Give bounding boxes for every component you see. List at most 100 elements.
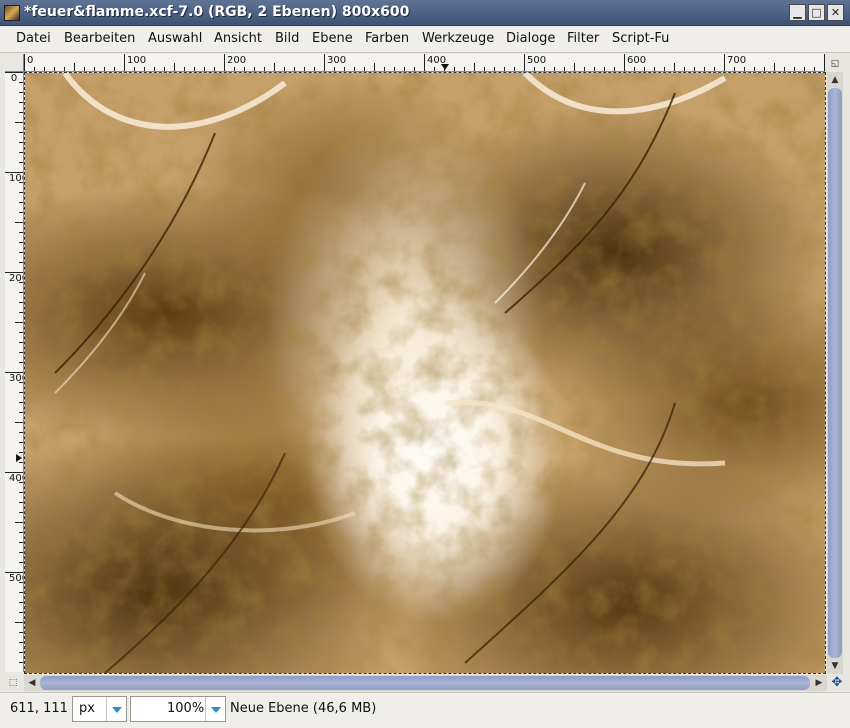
- vertical-scroll-thumb[interactable]: [828, 88, 842, 658]
- image-canvas[interactable]: [25, 73, 825, 673]
- hruler-tick: [444, 67, 445, 71]
- status-bar: 611, 111 px 100% Neue Ebene (46,6 MB): [0, 692, 850, 728]
- ruler-corner[interactable]: [5, 54, 24, 72]
- move-icon[interactable]: ✥: [830, 676, 844, 690]
- hruler-tick: [464, 67, 465, 71]
- menu-ansicht[interactable]: Ansicht: [214, 31, 262, 46]
- vruler-tick: [19, 502, 23, 503]
- hruler-label: 100: [127, 55, 147, 66]
- menu-ebene[interactable]: Ebene: [312, 31, 353, 46]
- vruler-tick: [19, 292, 23, 293]
- vertical-ruler[interactable]: 0 100 200 300 400 500: [5, 72, 24, 672]
- vruler-tick: [19, 602, 23, 603]
- minimize-button[interactable]: ▁: [789, 4, 806, 21]
- hruler-tick: [644, 67, 645, 71]
- vruler-tick: [19, 432, 23, 433]
- app-icon[interactable]: [4, 5, 20, 21]
- close-button[interactable]: ✕: [827, 4, 844, 21]
- menu-bearbeiten[interactable]: Bearbeiten: [64, 31, 135, 46]
- horizontal-scroll-thumb[interactable]: [40, 676, 810, 690]
- vruler-tick: [19, 662, 23, 663]
- zoom-value: 100%: [167, 701, 205, 716]
- unit-select[interactable]: px: [72, 696, 127, 722]
- hruler-tick: [544, 67, 545, 71]
- vruler-tick: [19, 112, 23, 113]
- navigate-icon[interactable]: ◱: [828, 57, 842, 71]
- scroll-left-icon[interactable]: ◀: [25, 676, 39, 690]
- hruler-tick: [434, 67, 435, 71]
- menu-bild[interactable]: Bild: [275, 31, 299, 46]
- hruler-tick: [664, 67, 665, 71]
- vruler-tick: [19, 412, 23, 413]
- hruler-tick: [124, 54, 125, 71]
- hruler-label: 300: [327, 55, 347, 66]
- vruler-tick: [19, 192, 23, 193]
- hruler-tick: [134, 67, 135, 71]
- vruler-tick: [19, 232, 23, 233]
- horizontal-ruler[interactable]: 0 100 200 300 400 500 600 700: [24, 54, 825, 72]
- scroll-right-icon[interactable]: ▶: [812, 676, 826, 690]
- chevron-down-icon[interactable]: [205, 697, 225, 721]
- hruler-tick: [454, 67, 455, 71]
- hruler-tick: [154, 67, 155, 71]
- hruler-tick: [314, 67, 315, 71]
- hruler-tick: [504, 67, 505, 71]
- vruler-label: 300: [9, 373, 23, 384]
- vruler-tick: [19, 542, 23, 543]
- quick-mask-icon[interactable]: ⬚: [6, 676, 20, 690]
- hruler-tick: [474, 63, 475, 71]
- vruler-tick: [5, 172, 23, 173]
- vruler-tick: [19, 382, 23, 383]
- hruler-label: 700: [727, 55, 747, 66]
- hruler-tick: [204, 67, 205, 71]
- hruler-tick: [364, 67, 365, 71]
- hruler-pointer-icon: [441, 64, 449, 70]
- vruler-tick: [19, 262, 23, 263]
- vruler-tick: [19, 642, 23, 643]
- hruler-tick: [574, 63, 575, 71]
- hruler-tick: [94, 67, 95, 71]
- menu-filter[interactable]: Filter: [567, 31, 599, 46]
- vruler-tick: [19, 142, 23, 143]
- maximize-button[interactable]: □: [808, 4, 825, 21]
- menu-werkzeuge[interactable]: Werkzeuge: [422, 31, 494, 46]
- hruler-tick: [324, 54, 325, 71]
- chevron-down-icon[interactable]: [106, 697, 126, 721]
- hruler-tick: [654, 67, 655, 71]
- vruler-tick: [5, 472, 23, 473]
- vruler-tick: [19, 302, 23, 303]
- menu-farben[interactable]: Farben: [365, 31, 409, 46]
- vruler-tick: [19, 442, 23, 443]
- hruler-tick: [594, 67, 595, 71]
- hruler-tick: [754, 67, 755, 71]
- menu-auswahl[interactable]: Auswahl: [148, 31, 202, 46]
- hruler-tick: [24, 54, 25, 71]
- vruler-tick: [19, 102, 23, 103]
- hruler-tick: [804, 67, 805, 71]
- vruler-label: 100: [9, 173, 23, 184]
- hruler-tick: [254, 67, 255, 71]
- hruler-tick: [704, 67, 705, 71]
- vruler-tick: [19, 132, 23, 133]
- hruler-tick: [174, 63, 175, 71]
- hruler-tick: [264, 67, 265, 71]
- zoom-select[interactable]: 100%: [130, 696, 226, 722]
- vruler-tick: [19, 212, 23, 213]
- vruler-tick: [19, 492, 23, 493]
- scroll-down-icon[interactable]: ▼: [828, 659, 842, 673]
- hruler-tick: [694, 67, 695, 71]
- window-title: *feuer&flamme.xcf-7.0 (RGB, 2 Ebenen) 80…: [24, 4, 410, 20]
- hruler-tick: [114, 67, 115, 71]
- menu-dialoge[interactable]: Dialoge: [506, 31, 555, 46]
- vruler-tick: [19, 342, 23, 343]
- menu-datei[interactable]: Datei: [16, 31, 51, 46]
- title-bar: *feuer&flamme.xcf-7.0 (RGB, 2 Ebenen) 80…: [0, 0, 850, 26]
- hruler-tick: [354, 67, 355, 71]
- scroll-up-icon[interactable]: ▲: [828, 73, 842, 87]
- hruler-tick: [144, 67, 145, 71]
- vruler-tick: [19, 512, 23, 513]
- menu-script-fu[interactable]: Script-Fu: [612, 31, 669, 46]
- hruler-tick: [304, 67, 305, 71]
- vruler-tick: [19, 242, 23, 243]
- hruler-tick: [224, 54, 225, 71]
